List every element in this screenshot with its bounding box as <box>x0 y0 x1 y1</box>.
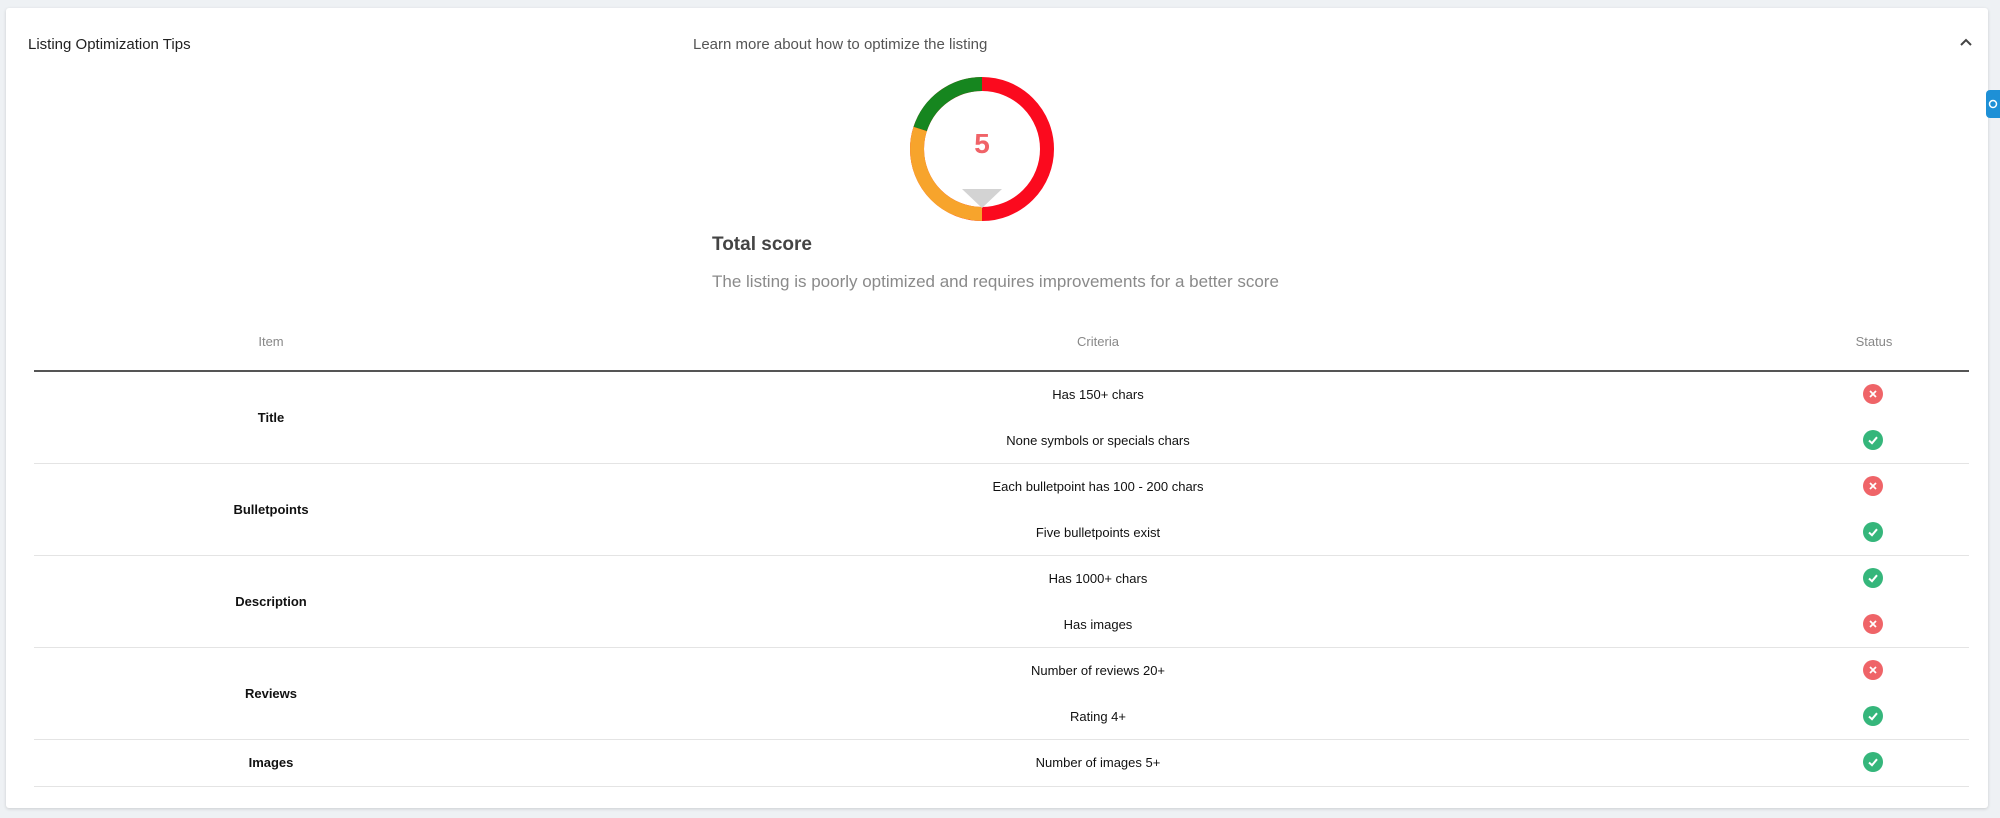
table-row: Has images <box>34 602 1969 648</box>
criteria-text: Has 150+ chars <box>1052 387 1144 403</box>
total-score-title: Total score <box>712 234 812 255</box>
check-icon <box>1863 568 1883 588</box>
table-row: Has 1000+ chars <box>34 556 1969 602</box>
criteria-table: Item Criteria Status Title Has 150+ chars… <box>34 320 1969 787</box>
chevron-up-icon <box>1960 38 1972 46</box>
criteria-text: Each bulletpoint has 100 - 200 chars <box>992 479 1204 495</box>
panel-title: Listing Optimization Tips <box>28 36 191 53</box>
widget-icon <box>1988 99 1998 109</box>
table-row: None symbols or specials chars <box>34 418 1969 464</box>
criteria-text: Has 1000+ chars <box>1048 571 1148 587</box>
close-icon <box>1863 384 1883 404</box>
gauge-pointer <box>962 189 1002 208</box>
status-cell <box>1863 476 1883 496</box>
total-score-description: The listing is poorly optimized and requ… <box>712 272 1279 291</box>
table-body: Title Has 150+ chars None symbols or speci… <box>34 372 1969 787</box>
status-cell <box>1863 521 1883 542</box>
status-cell <box>1863 752 1883 772</box>
table-row-group: Images Number of images 5+ <box>34 740 1969 787</box>
check-icon <box>1863 705 1883 726</box>
close-icon <box>1863 613 1883 634</box>
check-icon <box>1863 521 1883 542</box>
table-row: Five bulletpoints exist <box>34 510 1969 556</box>
status-cell <box>1863 705 1883 726</box>
header-item: Item <box>258 334 284 349</box>
listing-optimization-panel: Listing Optimization Tips Learn more abo… <box>6 8 1988 808</box>
close-icon <box>1863 660 1883 680</box>
check-icon <box>1863 429 1883 450</box>
side-widget-tab[interactable] <box>1986 90 2000 118</box>
status-cell <box>1863 384 1883 404</box>
table-row: Rating 4+ <box>34 694 1969 740</box>
header-criteria: Criteria <box>1077 334 1119 349</box>
table-row-group: Reviews Number of reviews 20+ Rating 4+ <box>34 648 1969 740</box>
check-icon <box>1863 752 1883 772</box>
score-value: 5 <box>974 128 990 159</box>
table-row: Each bulletpoint has 100 - 200 chars <box>34 464 1969 510</box>
table-row-group: Bulletpoints Each bulletpoint has 100 - 2… <box>34 464 1969 556</box>
learn-more-link[interactable]: Learn more about how to optimize the lis… <box>693 36 987 53</box>
table-row: Has 150+ chars <box>34 372 1969 418</box>
criteria-text: Five bulletpoints exist <box>1035 524 1161 540</box>
table-row: Number of images 5+ <box>34 740 1969 786</box>
table-row-group: Title Has 150+ chars None symbols or speci… <box>34 372 1969 464</box>
status-cell <box>1863 660 1883 680</box>
collapse-button[interactable] <box>1954 30 1978 54</box>
status-cell <box>1863 613 1883 634</box>
status-cell <box>1863 568 1883 588</box>
table-row: Number of reviews 20+ <box>34 648 1969 694</box>
criteria-text: None symbols or specials chars <box>1006 432 1190 448</box>
table-header: Item Criteria Status <box>34 320 1969 372</box>
gauge-good-segment <box>913 77 983 132</box>
table-row-group: Description Has 1000+ chars Has images <box>34 556 1969 648</box>
criteria-text: Number of reviews 20+ <box>1030 663 1166 679</box>
close-icon <box>1863 476 1883 496</box>
criteria-text: Has images <box>1063 616 1133 632</box>
status-cell <box>1863 429 1883 450</box>
header-status: Status <box>1855 334 1893 349</box>
criteria-text: Rating 4+ <box>1069 708 1126 724</box>
criteria-text: Number of images 5+ <box>1035 755 1161 771</box>
